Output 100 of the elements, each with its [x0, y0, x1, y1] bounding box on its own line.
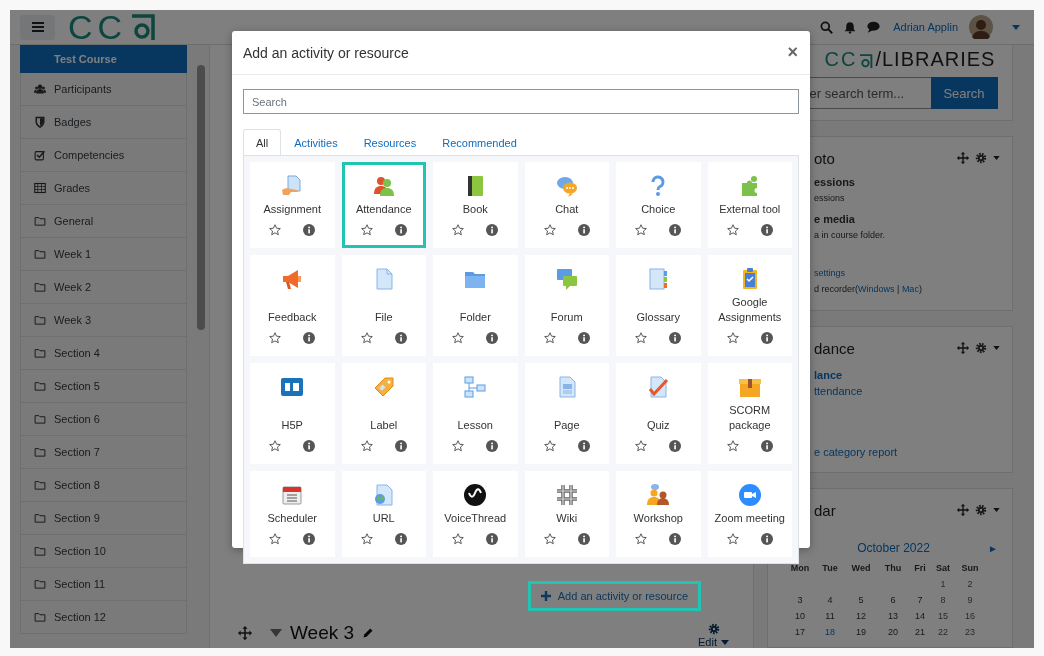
calendar-day[interactable]: 2 [955, 577, 985, 591]
gear-icon[interactable] [975, 152, 987, 164]
calendar-day[interactable]: 13 [877, 609, 909, 623]
close-button[interactable]: × [785, 42, 800, 63]
block-link[interactable]: e category report [814, 444, 1000, 460]
star-icon[interactable] [635, 440, 648, 452]
activity-card[interactable]: Wiki [524, 471, 609, 557]
activity-card[interactable]: Book [433, 162, 518, 248]
calendar-day[interactable]: 12 [845, 609, 877, 623]
calendar-day[interactable]: 21 [909, 625, 931, 639]
star-icon[interactable] [543, 533, 556, 545]
star-icon[interactable] [726, 533, 739, 545]
sidebar-item[interactable]: Participants [20, 73, 187, 106]
star-icon[interactable] [543, 332, 556, 344]
caret-icon[interactable] [993, 508, 1000, 512]
search-button[interactable]: Search [930, 77, 998, 109]
info-icon[interactable] [303, 332, 316, 344]
activity-card[interactable]: Attendance [341, 162, 426, 248]
info-icon[interactable] [760, 224, 773, 236]
info-icon[interactable] [760, 533, 773, 545]
move-icon[interactable] [957, 152, 969, 164]
star-icon[interactable] [452, 224, 465, 236]
activity-card[interactable]: Workshop [616, 471, 701, 557]
sidebar-item[interactable]: Week 1 [20, 238, 187, 271]
calendar-day[interactable]: 7 [909, 593, 931, 607]
star-icon[interactable] [269, 224, 282, 236]
star-icon[interactable] [543, 224, 556, 236]
activity-card[interactable]: VoiceThread [433, 471, 518, 557]
calendar-day[interactable]: 11 [815, 609, 845, 623]
sidebar-item[interactable]: Section 7 [20, 436, 187, 469]
menu-button[interactable] [20, 14, 55, 40]
caret-icon[interactable] [993, 156, 1000, 160]
info-icon[interactable] [486, 332, 499, 344]
caret-icon[interactable] [1012, 24, 1020, 30]
star-icon[interactable] [452, 332, 465, 344]
block-link[interactable]: settings [814, 265, 1000, 281]
info-icon[interactable] [760, 332, 773, 344]
sidebar-item[interactable]: Section 9 [20, 502, 187, 535]
calendar-day[interactable]: 8 [931, 593, 955, 607]
link[interactable]: Windows [858, 284, 895, 294]
info-icon[interactable] [394, 440, 407, 452]
activity-card[interactable]: URL [341, 471, 426, 557]
star-icon[interactable] [269, 440, 282, 452]
activity-card[interactable]: Chat [524, 162, 609, 248]
sidebar-item[interactable]: Badges [20, 106, 187, 139]
tab[interactable]: Activities [281, 129, 351, 155]
sidebar-item[interactable]: Week 3 [20, 304, 187, 337]
info-icon[interactable] [303, 533, 316, 545]
link[interactable]: Mac [901, 284, 919, 294]
sidebar-item[interactable]: Section 10 [20, 535, 187, 568]
star-icon[interactable] [452, 533, 465, 545]
activity-card[interactable]: Forum [524, 255, 609, 356]
activity-card[interactable]: Folder [433, 255, 518, 356]
gear-icon[interactable] [975, 504, 987, 516]
block-link[interactable]: ttendance [814, 383, 1000, 399]
calendar-day[interactable]: 3 [785, 593, 815, 607]
star-icon[interactable] [360, 332, 373, 344]
star-icon[interactable] [360, 533, 373, 545]
calendar-day[interactable]: 17 [785, 625, 815, 639]
scrollbar[interactable] [197, 65, 205, 330]
calendar-day[interactable]: 15 [931, 609, 955, 623]
gear-icon[interactable] [707, 623, 720, 635]
avatar[interactable] [969, 15, 993, 39]
star-icon[interactable] [452, 440, 465, 452]
calendar-day[interactable]: 22 [931, 625, 955, 639]
star-icon[interactable] [360, 224, 373, 236]
info-icon[interactable] [760, 440, 773, 452]
star-icon[interactable] [635, 533, 648, 545]
star-icon[interactable] [360, 440, 373, 452]
info-icon[interactable] [486, 533, 499, 545]
pencil-icon[interactable] [362, 626, 375, 639]
sidebar-item[interactable]: Section 12 [20, 601, 187, 634]
chat-icon[interactable] [867, 21, 881, 33]
block-link[interactable]: lance [814, 367, 1000, 383]
tab[interactable]: All [243, 129, 282, 155]
info-icon[interactable] [303, 440, 316, 452]
collapse-caret-icon[interactable] [270, 628, 282, 637]
info-icon[interactable] [394, 332, 407, 344]
caret-icon[interactable] [993, 346, 1000, 350]
user-name[interactable]: Adrian Applin [893, 21, 958, 33]
calendar-day[interactable]: 1 [931, 577, 955, 591]
calendar-day[interactable]: 18 [815, 625, 845, 639]
activity-card[interactable]: Glossary [616, 255, 701, 356]
star-icon[interactable] [543, 440, 556, 452]
star-icon[interactable] [635, 332, 648, 344]
calendar-day[interactable]: 14 [909, 609, 931, 623]
info-icon[interactable] [669, 533, 682, 545]
sidebar-item[interactable]: Section 4 [20, 337, 187, 370]
gear-icon[interactable] [975, 342, 987, 354]
info-icon[interactable] [486, 224, 499, 236]
star-icon[interactable] [726, 224, 739, 236]
activity-card[interactable]: Feedback [250, 255, 335, 356]
move-icon[interactable] [957, 342, 969, 354]
star-icon[interactable] [635, 224, 648, 236]
star-icon[interactable] [269, 533, 282, 545]
star-icon[interactable] [269, 332, 282, 344]
move-icon[interactable] [957, 504, 969, 516]
star-icon[interactable] [726, 332, 739, 344]
activity-card[interactable]: Google Assignments [707, 255, 792, 356]
info-icon[interactable] [486, 440, 499, 452]
